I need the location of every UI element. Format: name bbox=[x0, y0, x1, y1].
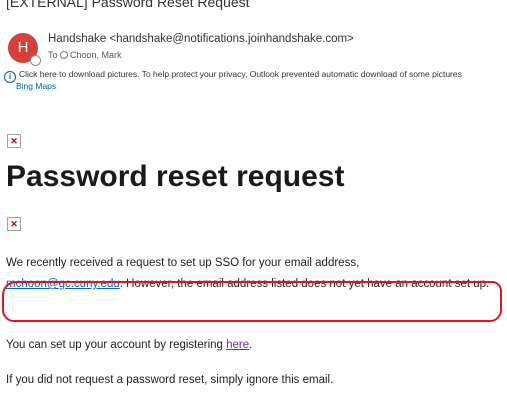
to-label: To bbox=[48, 50, 58, 60]
broken-image-icon: ✕ bbox=[7, 217, 21, 231]
para2-text: You can set up your account by registeri… bbox=[6, 339, 227, 351]
info-icon: i bbox=[4, 71, 16, 83]
body-paragraph-2: You can set up your account by registeri… bbox=[6, 335, 501, 356]
para1-line1: We recently received a request to set up… bbox=[6, 257, 360, 269]
email-title: Password reset request bbox=[6, 160, 345, 193]
email-subject: [EXTERNAL] Password Reset Request bbox=[6, 0, 250, 10]
sender-name[interactable]: Handshake <handshake@notifications.joinh… bbox=[48, 33, 354, 45]
infobar-text[interactable]: Click here to download pictures. To help… bbox=[19, 69, 462, 79]
body-paragraph-3: If you did not request a password reset,… bbox=[6, 374, 334, 386]
para1-rest: . However, the email address listed does… bbox=[119, 278, 490, 290]
recipient-presence-icon bbox=[60, 51, 69, 59]
bing-maps-addin[interactable]: Bing Maps bbox=[16, 81, 56, 91]
body-paragraph-1: We recently received a request to set up… bbox=[6, 253, 501, 295]
recipient-line: To Choon, Mark bbox=[48, 50, 122, 60]
download-pictures-infobar[interactable]: i Click here to download pictures. To hel… bbox=[4, 65, 507, 84]
recipient-name[interactable]: Choon, Mark bbox=[70, 50, 122, 60]
para2-period: . bbox=[249, 339, 253, 351]
broken-image-icon: ✕ bbox=[7, 134, 21, 148]
register-here-link[interactable]: here bbox=[226, 339, 249, 351]
email-address-link[interactable]: mchoon@gc.cuny.edu bbox=[6, 278, 120, 290]
